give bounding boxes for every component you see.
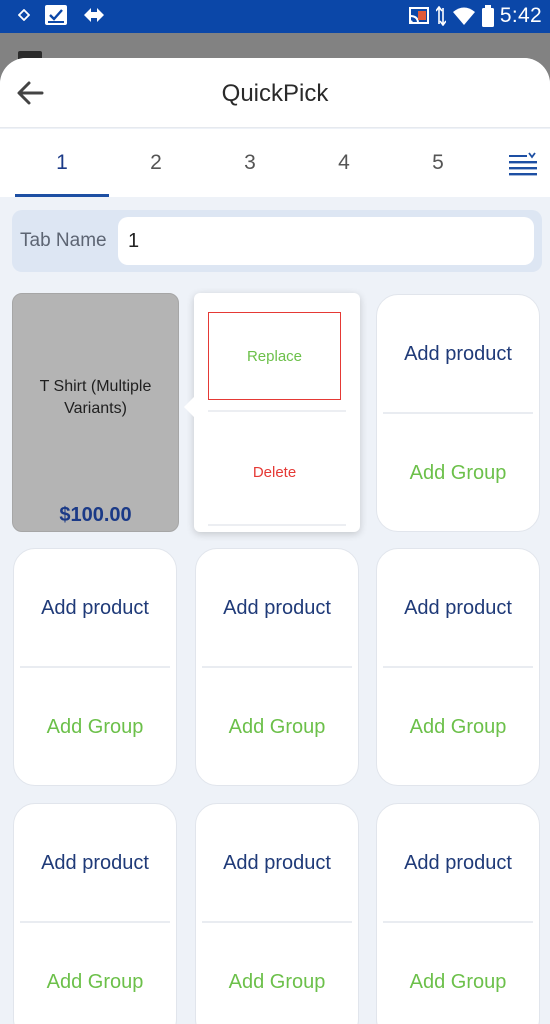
product-price: $100.00 xyxy=(59,504,132,526)
quickpick-sheet: QuickPick 1 2 3 4 5 Tab Name T Shirt (Mu… xyxy=(0,58,550,1024)
data-arrows-icon xyxy=(435,6,446,26)
battery-icon xyxy=(481,5,494,27)
status-time: 5:42 xyxy=(499,4,542,27)
popup-divider xyxy=(208,410,346,412)
empty-slot: Add product Add Group xyxy=(376,803,540,1024)
empty-slot: Add product Add Group xyxy=(195,803,359,1024)
add-product-button[interactable]: Add product xyxy=(196,549,358,667)
empty-slot: Add product Add Group xyxy=(376,548,540,786)
page-title: QuickPick xyxy=(221,80,329,107)
replace-button[interactable]: Replace xyxy=(208,312,341,400)
empty-slot: Add product Add Group xyxy=(376,294,540,532)
cast-icon xyxy=(408,6,430,26)
status-bar: 5:42 xyxy=(0,0,550,33)
add-group-button[interactable]: Add Group xyxy=(196,923,358,1024)
add-product-button[interactable]: Add product xyxy=(14,549,176,667)
tab-1[interactable]: 1 xyxy=(15,129,109,197)
diamond-arrows-icon xyxy=(82,6,106,24)
status-left-icons xyxy=(18,4,106,26)
sort-list-icon[interactable] xyxy=(508,151,538,177)
tab-name-input[interactable] xyxy=(118,217,534,265)
popup-divider xyxy=(208,524,346,526)
delete-button[interactable]: Delete xyxy=(208,428,341,516)
add-product-button[interactable]: Add product xyxy=(377,549,539,667)
add-group-button[interactable]: Add Group xyxy=(377,668,539,786)
empty-slot: Add product Add Group xyxy=(13,548,177,786)
notification-dot-icon xyxy=(18,9,30,21)
wifi-icon xyxy=(452,6,476,26)
tab-2[interactable]: 2 xyxy=(109,129,203,197)
tab-bar: 1 2 3 4 5 xyxy=(0,129,550,197)
checkbox-icon xyxy=(44,4,68,26)
add-group-button[interactable]: Add Group xyxy=(14,923,176,1024)
add-product-button[interactable]: Add product xyxy=(14,804,176,922)
add-group-button[interactable]: Add Group xyxy=(14,668,176,786)
tab-name-label: Tab Name xyxy=(20,230,107,251)
tab-5[interactable]: 5 xyxy=(391,129,485,197)
empty-slot: Add product Add Group xyxy=(195,548,359,786)
empty-slot: Add product Add Group xyxy=(13,803,177,1024)
add-product-button[interactable]: Add product xyxy=(196,804,358,922)
tab-4[interactable]: 4 xyxy=(297,129,391,197)
tab-name-row: Tab Name xyxy=(12,210,542,272)
add-group-button[interactable]: Add Group xyxy=(377,414,539,532)
popup-pointer xyxy=(184,397,194,417)
tile-action-popup: Replace Delete xyxy=(184,293,360,532)
product-tile-t-shirt[interactable]: T Shirt (Multiple Variants) $100.00 xyxy=(12,293,179,532)
product-name: T Shirt (Multiple Variants) xyxy=(39,378,152,417)
add-group-button[interactable]: Add Group xyxy=(377,923,539,1024)
sheet-header: QuickPick xyxy=(0,58,550,128)
add-group-button[interactable]: Add Group xyxy=(196,668,358,786)
add-product-button[interactable]: Add product xyxy=(377,804,539,922)
add-product-button[interactable]: Add product xyxy=(377,295,539,413)
status-right-icons: 5:42 xyxy=(408,4,542,28)
tab-3[interactable]: 3 xyxy=(203,129,297,197)
